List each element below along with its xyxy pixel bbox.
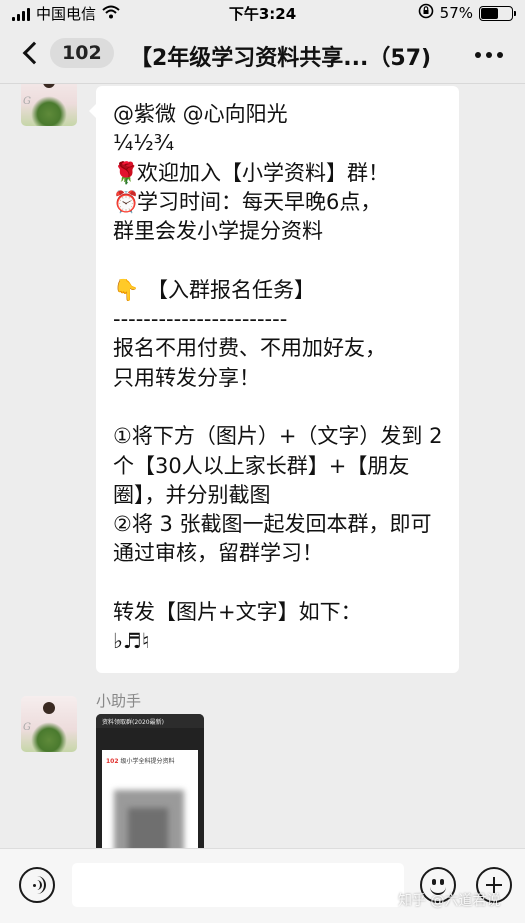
rotation-lock-icon: [418, 3, 434, 23]
more-dot-icon: [497, 52, 503, 58]
sender-name: 小助手: [96, 692, 142, 710]
smiley-icon: [432, 879, 436, 885]
nav-bar: 102 【2年级学习资料共享...（57): [0, 26, 525, 84]
sender-avatar[interactable]: G: [21, 696, 77, 752]
message-line: ¼½¾: [113, 131, 175, 156]
message-line: ②将 3 张截图一起发回本群，即可通过审核，留群学习！: [113, 512, 432, 566]
message-line: 转发【图片+文字】如下：: [113, 600, 362, 625]
blurred-region: [128, 808, 168, 848]
message-line: 🌹欢迎加入【小学资料】群！: [113, 159, 443, 188]
chat-title: 【2年级学习资料共享...（57): [130, 46, 432, 71]
message-line: 报名不用付费、不用加好友，: [113, 336, 386, 361]
status-bar: 中国电信 下午3:24 57%: [0, 0, 525, 26]
voice-button[interactable]: [19, 867, 55, 903]
watermark: 知乎 @六道君说: [398, 893, 501, 909]
more-options-button[interactable]: [475, 52, 503, 58]
sender-avatar[interactable]: G: [21, 84, 77, 126]
message-line: 群里会发小学提分资料: [113, 219, 323, 244]
image-top-text: 资料领取群(2020最新): [96, 714, 204, 728]
rose-icon: 🌹: [113, 160, 140, 185]
battery-percent: 57%: [439, 4, 473, 22]
message-line: [113, 246, 443, 275]
message-line: ♭♬♮: [113, 629, 150, 654]
chat-area[interactable]: G @紫微 @心向阳光 ¼½¾ 🌹欢迎加入【小学资料】群！ ⏰学习时间：每天早晚…: [0, 84, 525, 848]
back-chevron-icon: [22, 41, 46, 65]
alarm-clock-icon: ⏰: [113, 189, 140, 214]
image-card-title: 102 级小学全科提分资料: [106, 758, 175, 765]
input-bar: [0, 848, 525, 923]
more-dot-icon: [486, 52, 492, 58]
battery-icon: [479, 5, 516, 21]
message-line: @紫微 @心向阳光: [113, 102, 288, 126]
unread-count-badge: 102: [50, 38, 114, 68]
battery-fill: [481, 7, 499, 19]
message-line: [113, 393, 443, 422]
message-line: 只用转发分享！: [113, 365, 260, 390]
image-card: 102 级小学全科提分资料: [102, 750, 198, 848]
message-bubble[interactable]: @紫微 @心向阳光 ¼½¾ 🌹欢迎加入【小学资料】群！ ⏰学习时间：每天早晚6点…: [89, 86, 459, 673]
message-input[interactable]: [72, 863, 404, 907]
status-right: 57%: [418, 3, 516, 23]
point-down-icon: 👇: [113, 277, 140, 302]
more-dot-icon: [475, 52, 481, 58]
message-line: [113, 569, 443, 598]
back-button[interactable]: 102: [20, 38, 114, 68]
message-line: -----------------------: [113, 307, 288, 332]
message-line: ⏰学习时间：每天早晚6点，: [113, 188, 443, 217]
image-message[interactable]: 资料领取群(2020最新) 102 级小学全科提分资料: [96, 714, 204, 848]
message-line: 👇 【入群报名任务】: [113, 276, 443, 305]
message-line: ①将下方（图片）+（文字）发到 2个【30人以上家长群】+【朋友圈】，并分别截图: [113, 424, 443, 507]
